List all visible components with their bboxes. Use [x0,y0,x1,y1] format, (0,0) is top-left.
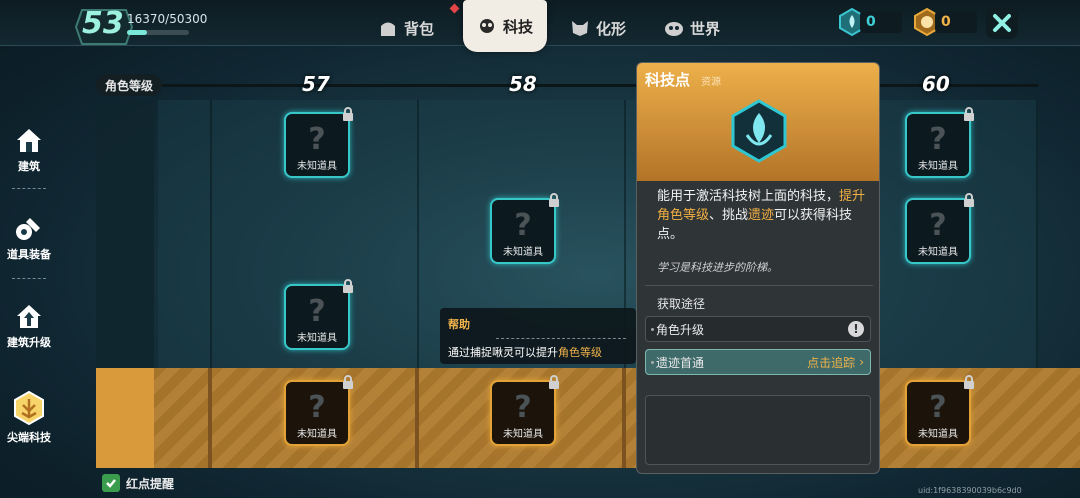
panel-title: 科技点 [645,71,691,89]
level-row-label: 角色等级 [96,74,162,96]
sidebar-divider [12,188,46,189]
lock-icon [964,375,974,389]
backpack-icon [381,22,395,36]
row-divider [622,368,626,468]
sidebar-item-building-upgrade[interactable]: 建筑升级 [0,284,58,368]
sidebar-divider [12,278,46,279]
house-icon [17,129,41,152]
help-text: 通过捕捉啾灵可以提升角色等级 [448,346,602,359]
tech-node-unknown[interactable]: ? 未知道具 [284,375,353,446]
question-mark-icon: ? [514,390,532,425]
question-mark-icon: ? [308,122,326,157]
level-timeline [158,84,1038,87]
lock-icon [549,375,559,389]
sidebar-item-building[interactable]: 建筑 [0,108,58,192]
panel-description: 能用于激活科技树上面的科技，提升角色等级、挑战遗迹可以获得科技点。 [657,189,866,242]
panel-quote: 学习是科技进步的阶梯。 [657,261,778,274]
question-mark-icon: ? [929,390,947,425]
source-title: 获取途径 [657,297,706,311]
advanced-tech-icon [14,391,44,425]
lock-icon [549,193,559,207]
tech-node-unknown[interactable]: ? 未知道具 [284,279,353,350]
world-icon [665,22,683,36]
lock-icon [343,107,353,121]
question-mark-icon: ? [308,294,326,329]
house-upgrade-icon [17,305,41,328]
help-title: 帮助 [448,318,470,331]
player-level: 53 [82,6,124,41]
question-mark-icon: ? [514,208,532,243]
info-icon: ! [848,321,864,337]
source-row-relic[interactable]: 遗迹首通 点击追踪 › [645,349,871,375]
sidebar-item-advanced-tech[interactable]: 尖端科技 [0,376,58,460]
close-button[interactable] [986,7,1018,39]
question-mark-icon: ? [929,122,947,157]
level-row: 角色等级 57 58 60 [0,66,1080,102]
panel-empty-area [645,395,871,465]
tech-icon [479,19,494,33]
lock-icon [964,193,974,207]
panel-divider [645,285,873,286]
exp-bar [127,30,189,35]
tech-point-counter[interactable]: 0 [838,8,902,36]
question-mark-icon: ? [929,208,947,243]
question-mark-icon: ? [308,390,326,425]
close-icon [993,14,1011,32]
level-marker: 57 [302,72,330,96]
tab-tech[interactable]: 科技 [463,0,547,52]
tab-morph[interactable]: 化形 [570,14,626,42]
lock-icon [343,375,353,389]
tech-node-unknown[interactable]: ? 未知道具 [905,375,974,446]
track-link[interactable]: 点击追踪 › [807,354,864,371]
tech-node-unknown[interactable]: ? 未知道具 [490,193,559,264]
tab-backpack[interactable]: 背包 [378,14,434,42]
checkbox-checked-icon [102,474,120,492]
tools-icon [16,218,40,240]
lock-icon [343,279,353,293]
tech-node-unknown[interactable]: ? 未知道具 [905,193,974,264]
user-id: uid:1f9638390039b6c9d0 [918,486,1022,495]
panel-subtitle: 资源 [701,77,721,88]
morph-icon [572,21,588,36]
tech-point-detail-panel: 科技点 资源 能用于激活科技树上面的科技，提升角色等级、挑战遗迹可以获得科技点。… [636,62,880,474]
exp-text: 16370/50300 [127,12,208,26]
sidebar-item-tools[interactable]: 道具装备 [0,196,58,280]
tech-node-unknown[interactable]: ? 未知道具 [905,107,974,178]
help-divider [496,338,626,339]
tech-node-unknown[interactable]: ? 未知道具 [284,107,353,178]
sidebar-selected-bg [96,368,154,468]
row-divider [415,368,419,468]
row-divider [208,368,212,468]
level-marker: 58 [509,72,537,96]
exp-bar-fill [127,30,148,35]
advanced-point-counter[interactable]: 0 [913,8,977,36]
tech-point-icon [731,99,787,163]
level-marker: 60 [922,72,950,96]
red-dot-reminder-toggle[interactable]: 红点提醒 [102,474,174,492]
help-tooltip: 帮助 通过捕捉啾灵可以提升角色等级 [440,308,636,364]
lock-icon [964,107,974,121]
chevron-right-icon: › [859,355,864,369]
tab-world[interactable]: 世界 [664,14,720,42]
source-row-level-up[interactable]: 角色升级 ! [645,316,871,342]
tech-node-unknown[interactable]: ? 未知道具 [490,375,559,446]
